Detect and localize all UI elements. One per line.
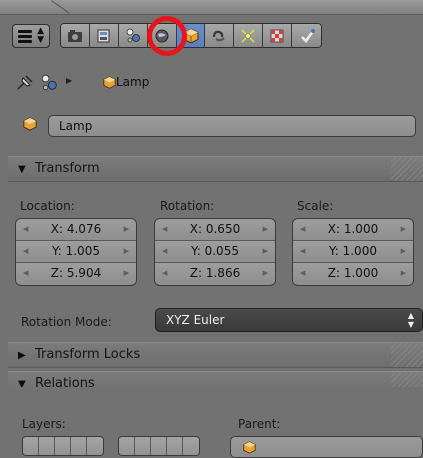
location-label: Location:	[20, 199, 75, 213]
tab-modifiers[interactable]	[234, 24, 264, 47]
modifiers-icon	[241, 28, 255, 43]
transform-panel-header[interactable]: ▼ Transform	[8, 156, 423, 182]
layer-toggle[interactable]	[87, 437, 103, 455]
increment-arrow-icon[interactable]: ▶	[263, 225, 268, 233]
tab-texture[interactable]	[263, 24, 293, 47]
editor-type-selector[interactable]: ▲ ▼	[12, 24, 50, 48]
layer-toggle[interactable]	[23, 437, 39, 455]
editor-type-icon	[18, 30, 32, 45]
rotation-label: Rotation:	[160, 199, 215, 213]
layer-block	[118, 436, 200, 456]
layer-toggle[interactable]	[183, 437, 199, 455]
parent-label: Parent:	[238, 417, 281, 431]
tab-scene[interactable]	[118, 24, 148, 47]
header-bar	[0, 0, 423, 15]
highlight-circle	[147, 16, 187, 56]
object-icon	[103, 76, 116, 89]
breadcrumb: ▶ Lamp	[0, 68, 423, 98]
increment-arrow-icon[interactable]: ▶	[124, 225, 129, 233]
location-z-field[interactable]: ◀ Z: 5.904 ▶	[16, 263, 136, 285]
object-name-field[interactable]: Lamp	[48, 115, 416, 137]
rotation-mode-dropdown[interactable]: XYZ Euler ▲ ▼	[155, 308, 423, 332]
transform-locks-panel-header[interactable]: ▶ Transform Locks	[8, 342, 423, 368]
scale-z-field[interactable]: ◀ Z: 1.000 ▶	[293, 263, 413, 285]
area-split-line	[51, 0, 70, 14]
layer-toggle[interactable]	[135, 437, 151, 455]
parent-field[interactable]	[230, 436, 423, 458]
location-y-field[interactable]: ◀ Y: 1.005 ▶	[16, 241, 136, 263]
object-icon	[23, 117, 37, 131]
panel-title: Transform Locks	[35, 347, 141, 362]
object-icon	[243, 441, 256, 454]
layer-toggle[interactable]	[39, 437, 55, 455]
tab-data[interactable]	[292, 24, 321, 47]
dropdown-arrows-icon: ▲ ▼	[407, 311, 414, 329]
dropdown-arrows-icon: ▲ ▼	[37, 26, 44, 45]
increment-arrow-icon[interactable]: ▶	[124, 247, 129, 255]
scene-icon	[41, 74, 57, 91]
texture-icon	[270, 29, 284, 42]
transform-panel-body: Location: Rotation: Scale: ◀ X: 4.076 ▶ ◀ Y…	[8, 182, 423, 342]
layer-block	[22, 436, 104, 456]
increment-arrow-icon[interactable]: ▶	[263, 269, 268, 277]
layers-label: Layers:	[22, 417, 66, 431]
rotation-x-field[interactable]: ◀ X: 0.650 ▶	[155, 219, 275, 241]
breadcrumb-arrow-icon: ▶	[66, 76, 73, 85]
object-name-row: Lamp	[0, 108, 423, 138]
rotation-z-field[interactable]: ◀ Z: 1.866 ▶	[155, 263, 275, 285]
rotation-fields: ◀ X: 0.650 ▶ ◀ Y: 0.055 ▶ ◀ Z: 1.866 ▶	[154, 218, 276, 286]
scale-x-field[interactable]: ◀ X: 1.000 ▶	[293, 219, 413, 241]
increment-arrow-icon[interactable]: ▶	[401, 225, 406, 233]
data-icon	[300, 28, 315, 43]
layer-toggle[interactable]	[167, 437, 183, 455]
tab-render[interactable]	[61, 24, 90, 47]
increment-arrow-icon[interactable]: ▶	[263, 247, 268, 255]
location-fields: ◀ X: 4.076 ▶ ◀ Y: 1.005 ▶ ◀ Z: 5.904 ▶	[15, 218, 137, 286]
panel-title: Transform	[35, 161, 100, 176]
tab-render-layers[interactable]	[89, 24, 119, 47]
constraints-icon	[213, 30, 226, 41]
scale-fields: ◀ X: 1.000 ▶ ◀ Y: 1.000 ▶ ◀ Z: 1.000 ▶	[292, 218, 414, 286]
drag-grip-icon[interactable]	[391, 343, 423, 367]
tab-constraints[interactable]	[205, 24, 235, 47]
collapsed-triangle-icon: ▶	[18, 350, 26, 361]
layer-toggle[interactable]	[71, 437, 87, 455]
expanded-triangle-icon: ▼	[18, 164, 26, 175]
relations-panel-body: Layers: Parent:	[8, 387, 423, 458]
location-x-field[interactable]: ◀ X: 4.076 ▶	[16, 219, 136, 241]
increment-arrow-icon[interactable]: ▶	[124, 269, 129, 277]
rotation-mode-label: Rotation Mode:	[21, 315, 112, 329]
increment-arrow-icon[interactable]: ▶	[401, 269, 406, 277]
scale-label: Scale:	[297, 199, 334, 213]
layer-toggle[interactable]	[55, 437, 71, 455]
scene-icon	[126, 28, 140, 42]
layer-toggle[interactable]	[119, 437, 135, 455]
layer-toggle[interactable]	[151, 437, 167, 455]
render-icon	[67, 29, 82, 42]
rotation-y-field[interactable]: ◀ Y: 0.055 ▶	[155, 241, 275, 263]
breadcrumb-object-label[interactable]: Lamp	[116, 75, 149, 89]
drag-grip-icon[interactable]	[391, 157, 423, 181]
scale-y-field[interactable]: ◀ Y: 1.000 ▶	[293, 241, 413, 263]
pin-icon[interactable]	[16, 75, 34, 91]
increment-arrow-icon[interactable]: ▶	[401, 247, 406, 255]
rotation-mode-value: XYZ Euler	[166, 313, 225, 327]
properties-tabs	[60, 23, 322, 48]
render-layers-icon	[97, 29, 110, 42]
